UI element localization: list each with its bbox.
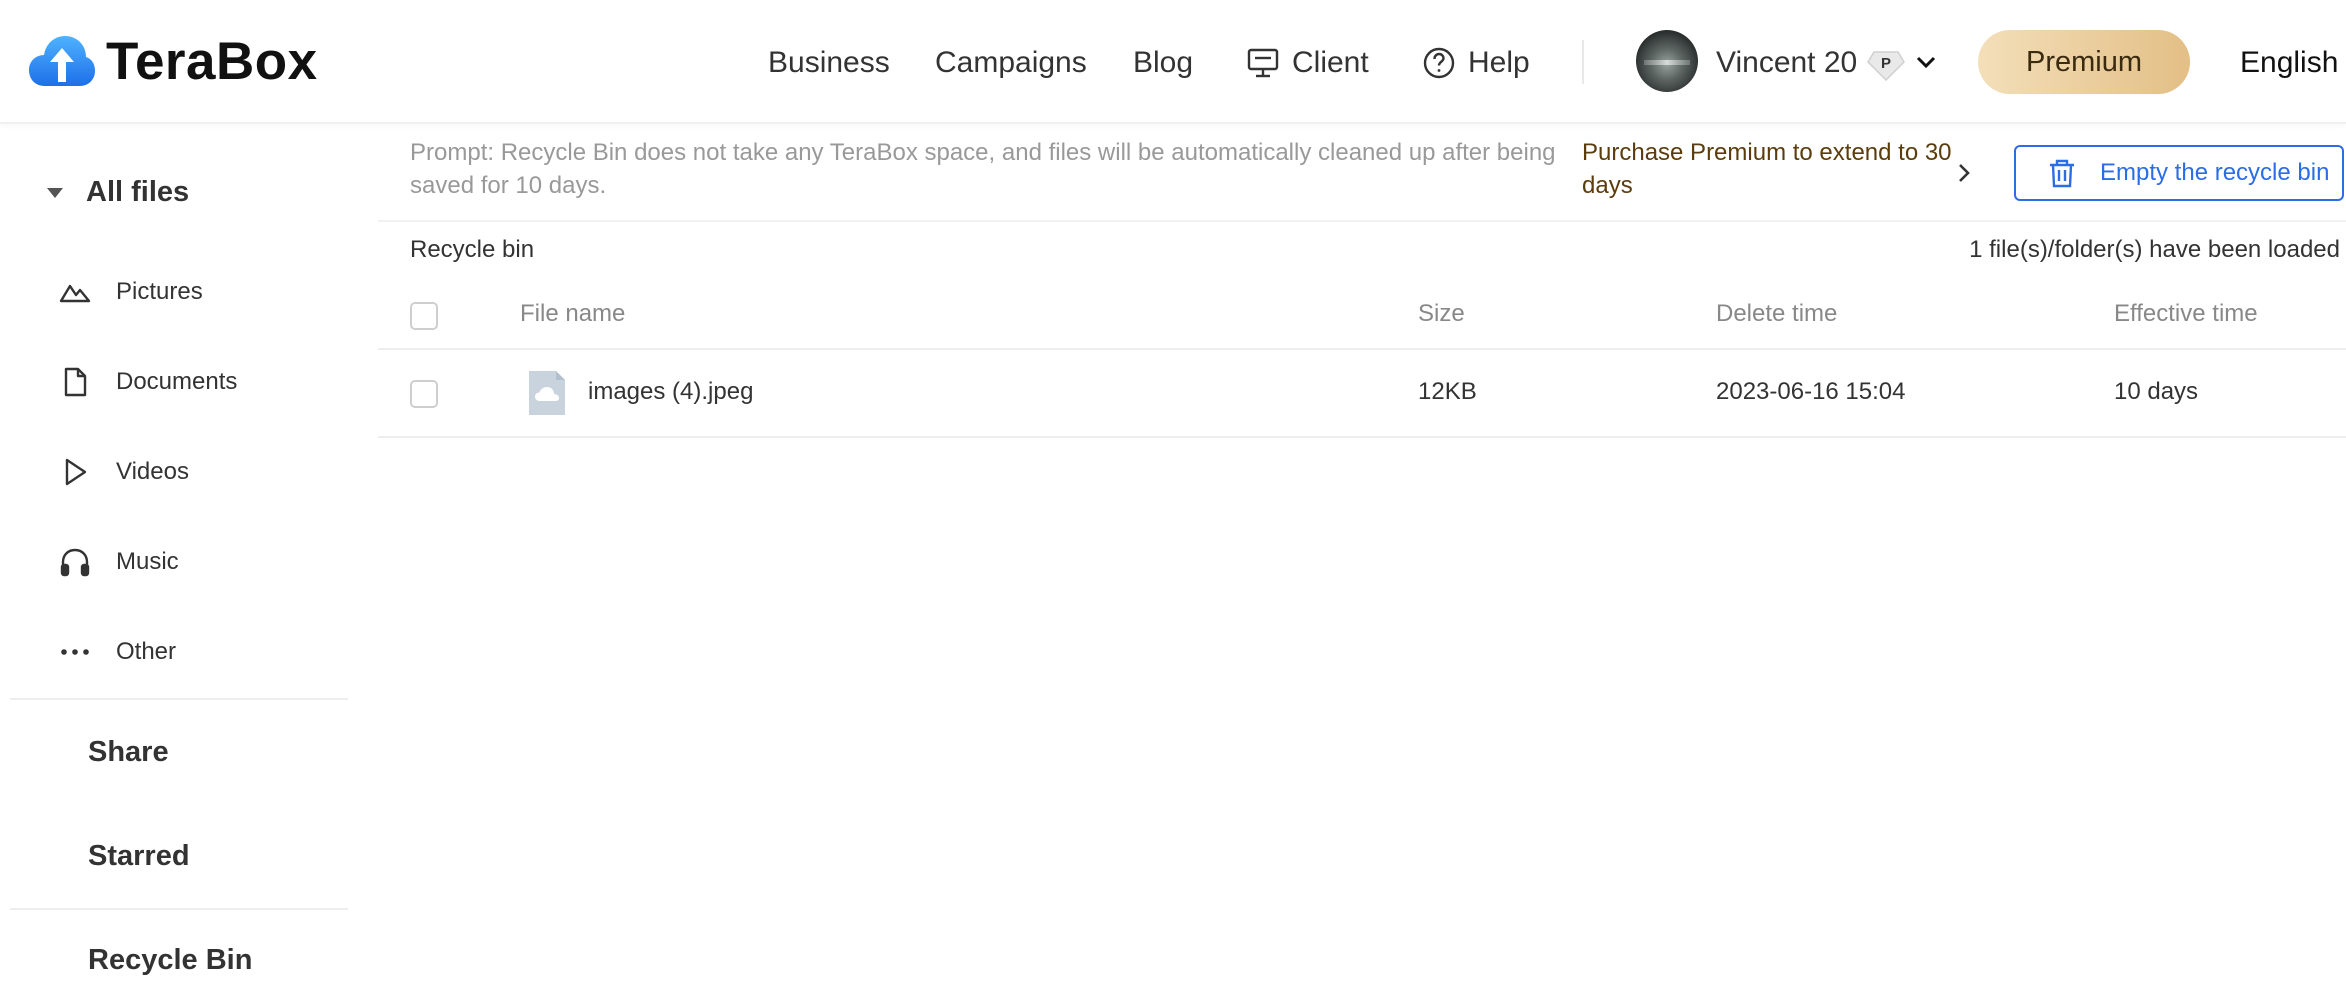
terabox-logo[interactable]: TeraBox [28, 30, 318, 92]
select-all-checkbox[interactable] [410, 302, 438, 330]
sidebar-item-label: Other [116, 638, 177, 665]
header-divider [1582, 40, 1584, 84]
trash-icon [2050, 159, 2074, 188]
file-size: 12KB [1418, 378, 1477, 405]
nav-help-label: Help [1468, 46, 1530, 79]
empty-button-label: Empty the recycle bin [2100, 159, 2330, 186]
play-icon [65, 458, 87, 486]
caret-down-icon [47, 187, 63, 198]
vip-badge-icon: P [1867, 51, 1905, 82]
vip-badge-letter: P [1881, 55, 1891, 72]
sidebar-item-pictures[interactable]: Pictures [58, 272, 203, 312]
question-circle-icon [1423, 47, 1455, 79]
column-header-delete-time[interactable]: Delete time [1716, 300, 1837, 328]
language-selector[interactable]: English [2240, 40, 2338, 86]
sidebar-divider [10, 908, 348, 910]
recycle-notice-bar: Prompt: Recycle Bin does not take any Te… [378, 124, 2346, 222]
breadcrumb: Recycle bin [410, 236, 535, 263]
nav-blog[interactable]: Blog [1133, 40, 1193, 86]
avatar[interactable] [1636, 30, 1698, 92]
sidebar-item-recycle-bin[interactable]: Recycle Bin [88, 944, 252, 977]
image-file-icon [529, 371, 565, 415]
sidebar-item-share[interactable]: Share [88, 736, 169, 769]
sidebar-item-label: Videos [116, 458, 189, 485]
sidebar-item-music[interactable]: Music [58, 542, 179, 582]
mountain-icon [59, 284, 91, 303]
nav-business-label: Business [768, 46, 890, 79]
recycle-notice-text: Prompt: Recycle Bin does not take any Te… [410, 139, 1556, 199]
upgrade-link[interactable]: Purchase Premium to extend to 30 days [1582, 136, 1962, 202]
loaded-status: 1 file(s)/folder(s) have been loaded [1969, 236, 2340, 263]
brand-name: TeraBox [106, 31, 318, 91]
empty-recycle-bin-button[interactable]: Empty the recycle bin [2014, 145, 2344, 201]
column-header-effective-time[interactable]: Effective time [2114, 300, 2258, 328]
file-name[interactable]: images (4).jpeg [588, 378, 753, 406]
nav-client-label: Client [1292, 46, 1369, 79]
user-name[interactable]: Vincent 20 [1716, 40, 1857, 86]
premium-button[interactable]: Premium [1978, 30, 2190, 94]
table-row[interactable]: images (4).jpeg 12KB 2023-06-16 15:04 10… [378, 350, 2346, 438]
row-checkbox[interactable] [410, 380, 438, 408]
sidebar-divider [10, 698, 348, 700]
sidebar-item-videos[interactable]: Videos [58, 452, 189, 492]
nav-help[interactable]: Help [1422, 40, 1530, 86]
more-dots-icon [61, 649, 89, 655]
file-delete-time: 2023-06-16 15:04 [1716, 378, 1906, 405]
chevron-down-icon[interactable] [1914, 50, 1938, 74]
top-header: TeraBox Business Campaigns Blog Client H… [0, 0, 2346, 124]
sidebar-item-documents[interactable]: Documents [58, 362, 237, 402]
language-label: English [2240, 46, 2339, 79]
table-header: File name Size Delete time Effective tim… [378, 284, 2346, 350]
sidebar-item-starred[interactable]: Starred [88, 840, 190, 873]
sidebar-item-label: Pictures [116, 278, 203, 305]
sidebar-item-label: Music [116, 548, 179, 575]
sidebar-item-label: All files [86, 176, 190, 208]
column-header-file-name[interactable]: File name [520, 300, 625, 328]
sidebar-item-other[interactable]: Other [58, 632, 176, 672]
chevron-right-icon[interactable] [1952, 160, 1976, 186]
cloud-upload-icon [29, 36, 95, 86]
nav-client[interactable]: Client [1246, 40, 1369, 86]
sidebar-item-all-files[interactable]: All files [44, 176, 189, 209]
sidebar: All files Pictures Documents Videos Musi… [0, 124, 360, 998]
file-effective-time: 10 days [2114, 378, 2199, 405]
headphones-icon [60, 548, 90, 577]
column-header-size[interactable]: Size [1418, 300, 1465, 328]
nav-blog-label: Blog [1133, 46, 1194, 79]
premium-button-label: Premium [2025, 45, 2142, 78]
nav-business[interactable]: Business [768, 40, 890, 86]
monitor-icon [1247, 48, 1279, 78]
sidebar-item-label: Documents [116, 368, 238, 395]
nav-campaigns[interactable]: Campaigns [935, 40, 1087, 86]
nav-campaigns-label: Campaigns [935, 46, 1087, 79]
document-icon [64, 367, 87, 397]
